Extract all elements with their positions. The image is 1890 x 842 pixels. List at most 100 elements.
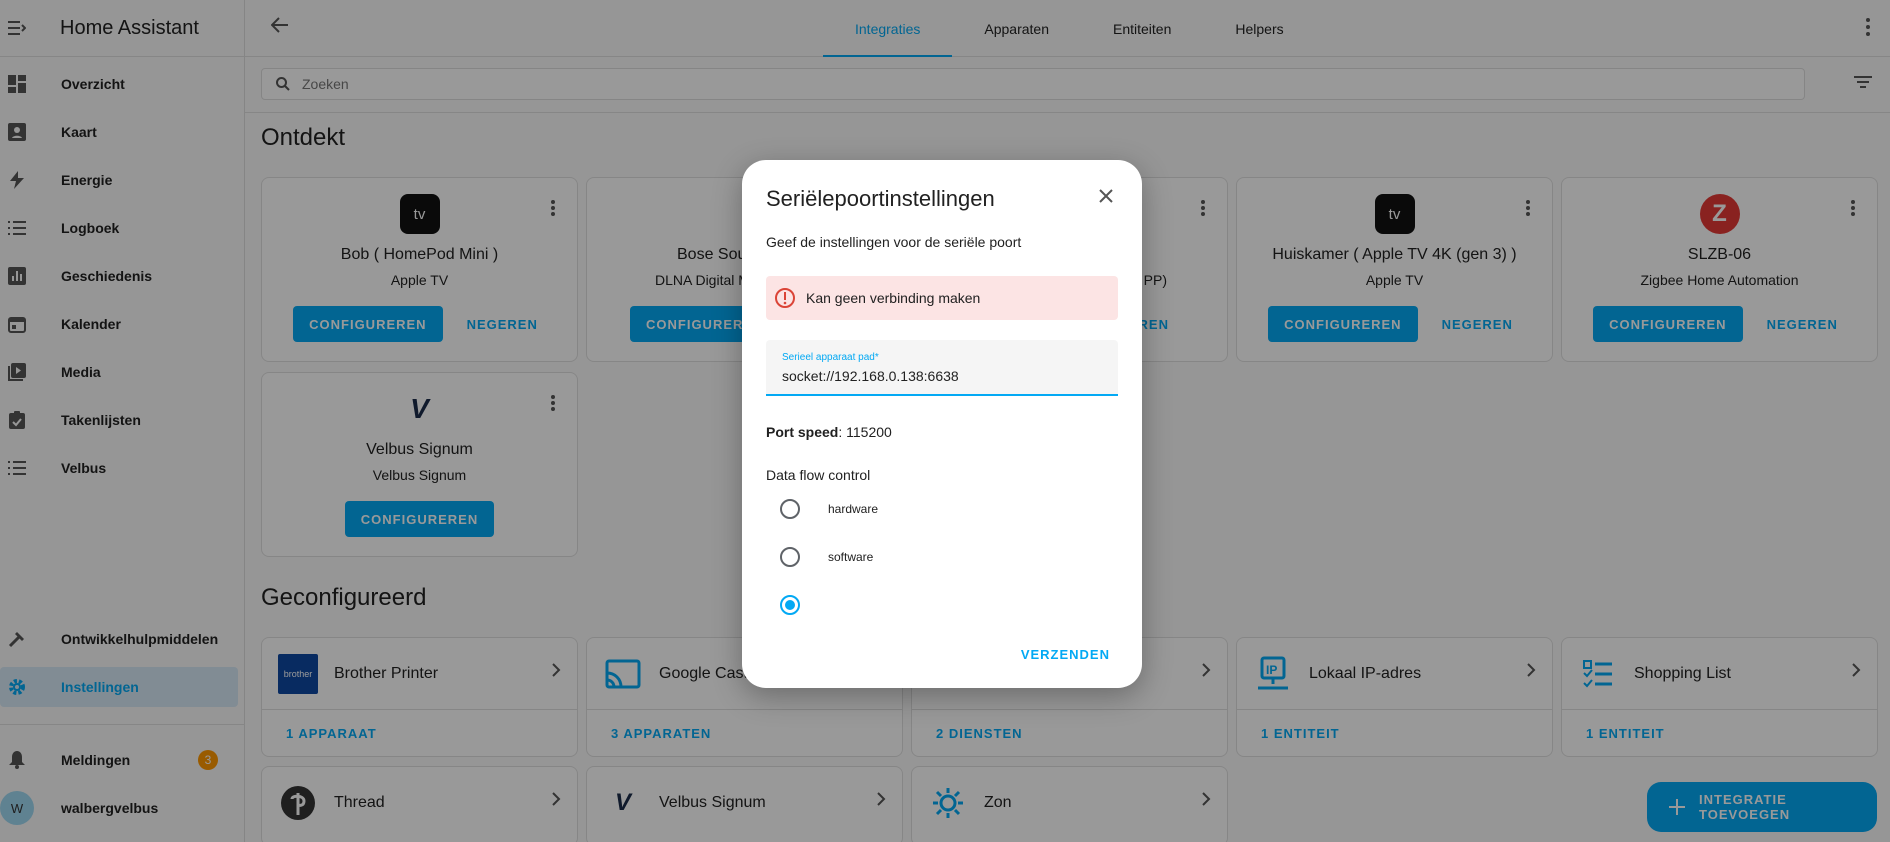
sidebar-item-overzicht[interactable]: Overzicht xyxy=(0,64,238,104)
thread-logo-icon xyxy=(278,783,318,823)
radio-button[interactable] xyxy=(780,547,800,567)
avatar: W xyxy=(0,791,34,825)
ignore-button[interactable]: NEGEREN xyxy=(459,306,546,342)
chevron-right-icon xyxy=(1201,791,1211,812)
configured-card[interactable]: brother Brother Printer 1 APPARAAT xyxy=(261,637,578,757)
card-title: Google Cast xyxy=(659,664,748,682)
card-detail-link[interactable]: 1 ENTITEIT xyxy=(1237,710,1552,756)
search-input[interactable]: Zoeken xyxy=(261,68,1805,100)
port-speed-value: : 115200 xyxy=(838,424,892,440)
discovered-card: Z SLZB-06 Zigbee Home Automation CONFIGU… xyxy=(1561,177,1878,362)
add-integration-button[interactable]: INTEGRATIE TOEVOEGEN xyxy=(1647,782,1877,832)
menu-toggle-icon[interactable] xyxy=(0,21,34,35)
chart-icon xyxy=(0,267,34,285)
flow-control-label: Data flow control xyxy=(766,467,871,483)
chevron-right-icon xyxy=(876,791,886,812)
sidebar-item-meldingen[interactable]: Meldingen 3 xyxy=(0,740,238,780)
field-label: Serieel apparaat pad* xyxy=(782,352,879,363)
configured-title: Geconfigureerd xyxy=(261,584,427,611)
card-subtitle: Zigbee Home Automation xyxy=(1640,272,1799,288)
card-title: Brother Printer xyxy=(334,664,439,682)
gear-icon xyxy=(0,678,34,696)
app-title: Home Assistant xyxy=(60,16,199,39)
configure-button[interactable]: CONFIGUREREN xyxy=(1268,306,1418,342)
sidebar-item-takenlijsten[interactable]: Takenlijsten xyxy=(0,400,238,440)
radio-option-none[interactable] xyxy=(780,593,828,617)
sidebar-item-energie[interactable]: Energie xyxy=(0,160,238,200)
sidebar-item-ontwikkelhulpmiddelen[interactable]: Ontwikkelhulpmiddelen xyxy=(0,619,238,659)
back-arrow-icon[interactable] xyxy=(270,16,289,39)
sidebar-item-label: Energie xyxy=(61,172,113,188)
network-ip-icon: IP xyxy=(1253,654,1293,694)
more-vert-icon[interactable] xyxy=(1526,200,1530,221)
configured-card[interactable]: Zon xyxy=(911,766,1228,842)
sidebar-item-label: Velbus xyxy=(61,460,107,476)
tab-helpers[interactable]: Helpers xyxy=(1203,0,1315,57)
add-integration-label: INTEGRATIE TOEVOEGEN xyxy=(1699,792,1791,822)
sidebar-item-instellingen[interactable]: Instellingen xyxy=(0,667,238,707)
chevron-right-icon xyxy=(551,791,561,812)
error-text: Kan geen verbinding maken xyxy=(806,290,981,306)
svg-text:IP: IP xyxy=(1266,663,1277,677)
configure-button[interactable]: CONFIGUREREN xyxy=(293,306,443,342)
configured-card[interactable]: IP Lokaal IP-adres 1 ENTITEIT xyxy=(1236,637,1553,757)
sidebar-item-kaart[interactable]: Kaart xyxy=(0,112,238,152)
more-vert-icon[interactable] xyxy=(551,395,555,416)
discovered-card: tv Bob ( HomePod Mini ) Apple TV CONFIGU… xyxy=(261,177,578,362)
port-speed: Port speed: 115200 xyxy=(766,424,892,440)
more-vert-icon[interactable] xyxy=(551,200,555,221)
ignore-button[interactable]: NEGEREN xyxy=(1434,306,1521,342)
sidebar-item-label: Takenlijsten xyxy=(61,412,141,428)
serial-device-path-input[interactable] xyxy=(782,368,1102,384)
configure-button[interactable]: CONFIGUREREN xyxy=(344,501,495,537)
configure-button[interactable]: CONFIGUREREN xyxy=(1593,306,1743,342)
chevron-right-icon xyxy=(1201,662,1211,683)
radio-button-selected[interactable] xyxy=(780,595,800,615)
card-detail-link[interactable]: 2 DIENSTEN xyxy=(912,710,1227,756)
filter-icon[interactable] xyxy=(1854,75,1872,93)
sidebar-item-kalender[interactable]: Kalender xyxy=(0,304,238,344)
serial-device-path-field[interactable]: Serieel apparaat pad* xyxy=(766,340,1118,396)
ignore-button[interactable]: NEGEREN xyxy=(1759,306,1846,342)
apple-tv-logo-icon: tv xyxy=(1374,194,1415,234)
more-vert-icon[interactable] xyxy=(1201,200,1205,221)
card-title: Velbus Signum xyxy=(659,794,766,811)
card-detail-link[interactable]: 3 APPARATEN xyxy=(587,710,902,756)
overflow-menu-icon[interactable] xyxy=(1866,18,1870,41)
radio-button[interactable] xyxy=(780,499,800,519)
velbus-logo-icon: V xyxy=(399,389,440,429)
close-icon[interactable] xyxy=(1098,188,1114,204)
top-bar: Integraties Apparaten Entiteiten Helpers xyxy=(245,0,1890,57)
search-row: Zoeken xyxy=(245,57,1890,113)
sidebar-item-label: Geschiedenis xyxy=(61,268,153,284)
configured-card[interactable]: Thread xyxy=(261,766,578,842)
serial-port-dialog: Seriëlepoortinstellingen Geef de instell… xyxy=(742,160,1142,688)
sidebar: Home Assistant Overzicht Kaart Energie L… xyxy=(0,0,245,842)
media-icon xyxy=(0,363,34,381)
more-vert-icon[interactable] xyxy=(1851,200,1855,221)
sidebar-item-geschiedenis[interactable]: Geschiedenis xyxy=(0,256,238,296)
sidebar-item-media[interactable]: Media xyxy=(0,352,238,392)
velbus-logo-icon: V xyxy=(614,789,631,816)
tab-integraties[interactable]: Integraties xyxy=(823,0,953,57)
sidebar-item-logboek[interactable]: Logboek xyxy=(0,208,238,248)
card-name: SLZB-06 xyxy=(1687,246,1752,263)
sidebar-item-user[interactable]: W walbergvelbus xyxy=(0,788,238,828)
configured-card[interactable]: V Velbus Signum xyxy=(586,766,903,842)
clipboard-icon xyxy=(0,411,34,429)
card-detail-link[interactable]: 1 ENTITEIT xyxy=(1562,710,1877,756)
configured-card[interactable]: Shopping List 1 ENTITEIT xyxy=(1561,637,1878,757)
card-detail-link[interactable]: 1 APPARAAT xyxy=(262,710,577,756)
sidebar-item-velbus[interactable]: Velbus xyxy=(0,448,238,488)
discovered-card: tv Huiskamer ( Apple TV 4K (gen 3) ) App… xyxy=(1236,177,1553,362)
submit-button[interactable]: VERZENDEN xyxy=(1013,636,1118,672)
tab-entiteiten[interactable]: Entiteiten xyxy=(1081,0,1203,57)
radio-option-software[interactable]: software xyxy=(780,545,873,569)
zigbee-logo-icon: Z xyxy=(1699,194,1740,234)
sidebar-item-label: Overzicht xyxy=(61,76,125,92)
radio-option-hardware[interactable]: hardware xyxy=(780,497,878,521)
tab-apparaten[interactable]: Apparaten xyxy=(952,0,1081,57)
card-subtitle: Apple TV xyxy=(390,272,449,288)
error-alert: Kan geen verbinding maken xyxy=(766,276,1118,320)
tab-bar: Integraties Apparaten Entiteiten Helpers xyxy=(823,0,1316,57)
